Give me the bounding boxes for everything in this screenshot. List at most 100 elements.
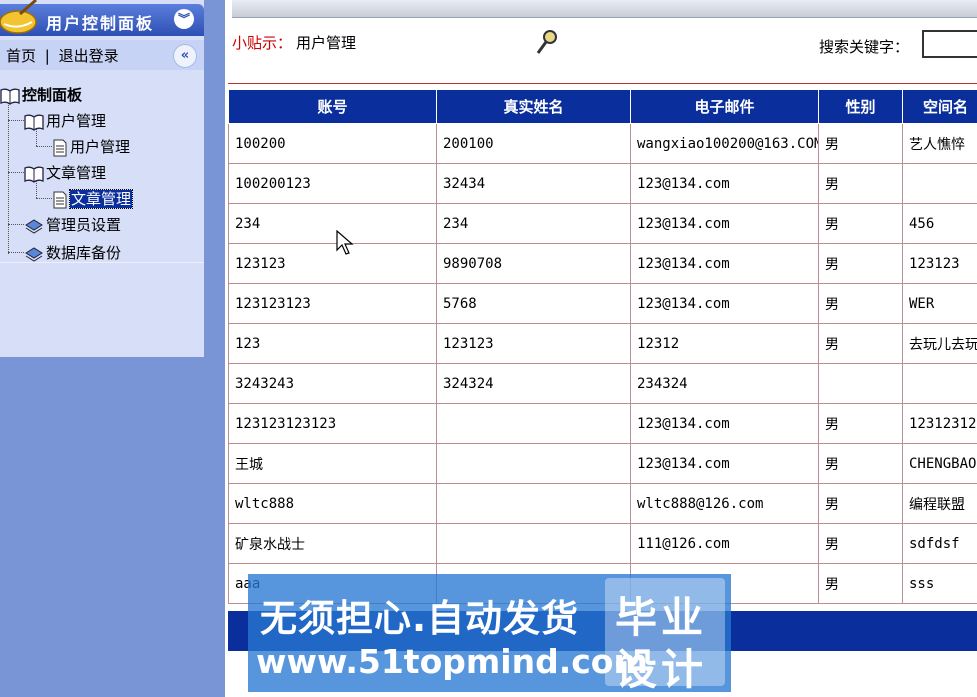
- cell-space: 去玩儿去玩: [902, 323, 977, 364]
- tree-user-mgmt-page[interactable]: 用户管理: [52, 136, 130, 157]
- cell-space: sdfdsf: [902, 523, 977, 564]
- table-row[interactable]: 100200 200100 wangxiao100200@163.COM 男艺人憔悴: [228, 123, 977, 164]
- cell-account: 3243243: [228, 363, 437, 404]
- cell-gender: 男: [818, 243, 903, 284]
- table-row[interactable]: wltc888 wltc888@126.com 男编程联盟: [228, 483, 977, 524]
- search-label: 搜索关键字：: [819, 38, 910, 56]
- watermark-badge: 毕业 设计: [605, 578, 725, 694]
- column-header-realname[interactable]: 真实姓名: [436, 89, 631, 124]
- watermark-line1: 无须担心.自动发货: [260, 597, 580, 640]
- watermark-badge-line2: 设计: [615, 645, 708, 694]
- cell-realname: 200100: [436, 123, 631, 164]
- tree-user-mgmt-label: 用户管理: [46, 112, 107, 130]
- cell-gender: 男: [818, 203, 903, 244]
- cell-space: 艺人憔悴: [902, 123, 977, 164]
- column-header-gender[interactable]: 性别: [818, 89, 903, 124]
- tree-db-backup[interactable]: 数据库备份: [24, 242, 121, 263]
- cell-gender: 男: [818, 163, 903, 204]
- cell-account: 王城: [228, 443, 437, 484]
- panel-header: 用户控制面板 ︾: [0, 0, 204, 36]
- cell-space: sss: [902, 563, 977, 604]
- table-row[interactable]: 123123123 5768 123@134.com 男 WER: [228, 283, 977, 324]
- tree-article-mgmt-page-label: 文章管理: [68, 189, 134, 209]
- tree-user-mgmt-page-label: 用户管理: [70, 138, 131, 156]
- cell-gender: 男: [818, 123, 903, 164]
- cell-realname: 32434: [436, 163, 631, 204]
- tip-label: 小贴示：: [232, 34, 293, 52]
- table-row[interactable]: 123123123123 123@134.com男123123123: [228, 403, 977, 444]
- cell-space: CHENGBAO: [902, 443, 977, 484]
- chevron-down-icon[interactable]: ︾: [174, 9, 194, 29]
- cell-gender: [818, 363, 903, 404]
- cell-gender: 男: [818, 443, 903, 484]
- books-stack-icon: [25, 218, 43, 234]
- collapse-icon[interactable]: «: [173, 44, 197, 68]
- book-icon: [24, 166, 44, 183]
- search-input[interactable]: [922, 30, 977, 58]
- divider-line: [228, 83, 977, 84]
- tree-article-mgmt[interactable]: 文章管理: [24, 162, 106, 183]
- watermark-url: www.51topmind.com: [256, 642, 648, 681]
- mouse-cursor-icon: [336, 230, 354, 255]
- cell-realname: [436, 483, 631, 524]
- cell-realname: 324324: [436, 363, 631, 404]
- tip-bar: 小贴示： 用户管理 搜索关键字：: [232, 28, 977, 58]
- top-strip: [232, 0, 977, 18]
- cell-account: 123123123: [228, 283, 437, 324]
- link-separator: |: [44, 47, 50, 65]
- user-table: 账号 真实姓名 电子邮件 性别 空间名 100200 200100 wangxiao…: [228, 89, 977, 604]
- table-header-row: 账号 真实姓名 电子邮件 性别 空间名: [228, 89, 977, 124]
- cell-email: wltc888@126.com: [630, 483, 819, 524]
- book-icon: [0, 88, 20, 105]
- cell-email: 111@126.com: [630, 523, 819, 564]
- cell-account: 100200123: [228, 163, 437, 204]
- cell-gender: 男: [818, 563, 903, 604]
- tree-article-mgmt-label: 文章管理: [46, 164, 107, 182]
- cell-space: [902, 363, 977, 404]
- cell-space: WER: [902, 283, 977, 324]
- cell-gender: 男: [818, 323, 903, 364]
- tree-root[interactable]: 控制面板: [0, 84, 82, 105]
- broom-logo-icon: [0, 0, 37, 34]
- column-header-account[interactable]: 账号: [228, 89, 437, 124]
- cell-gender: 男: [818, 283, 903, 324]
- cell-realname: [436, 403, 631, 444]
- table-row[interactable]: 矿泉水战士 111@126.com 男 sdfdsf: [228, 523, 977, 564]
- tree-admin-settings-label: 管理员设置: [46, 216, 122, 234]
- cell-email: 12312: [630, 323, 819, 364]
- document-icon: [53, 139, 67, 156]
- books-stack-icon: [25, 246, 43, 262]
- cell-account: wltc888: [228, 483, 437, 524]
- cell-realname: [436, 523, 631, 564]
- cell-realname: 234: [436, 203, 631, 244]
- cell-gender: 男: [818, 523, 903, 564]
- quick-links-bar: 首页 | 退出登录 «: [0, 40, 204, 70]
- cell-email: 123@134.com: [630, 203, 819, 244]
- cell-gender: 男: [818, 483, 903, 524]
- book-icon: [24, 114, 44, 131]
- cell-email: 123@134.com: [630, 243, 819, 284]
- tree-article-mgmt-page[interactable]: 文章管理: [52, 188, 134, 209]
- column-header-space[interactable]: 空间名: [902, 89, 977, 124]
- table-row[interactable]: 3243243 324324 234324: [228, 363, 977, 404]
- tree-user-mgmt[interactable]: 用户管理: [24, 110, 106, 131]
- tree-divider: [0, 262, 204, 263]
- column-header-email[interactable]: 电子邮件: [630, 89, 819, 124]
- cell-space: 456: [902, 203, 977, 244]
- tree-admin-settings[interactable]: 管理员设置: [24, 214, 121, 235]
- cell-space: 编程联盟: [902, 483, 977, 524]
- cell-account: 123123: [228, 243, 437, 284]
- cell-email: 234324: [630, 363, 819, 404]
- document-icon: [53, 191, 67, 208]
- table-row[interactable]: 100200123 32434 123@134.com 男: [228, 163, 977, 204]
- tree-db-backup-label: 数据库备份: [46, 244, 122, 262]
- home-link[interactable]: 首页: [6, 47, 36, 65]
- table-row[interactable]: 王城 123@134.com 男 CHENGBAO: [228, 443, 977, 484]
- search-icon[interactable]: [534, 28, 560, 56]
- cell-email: 123@134.com: [630, 443, 819, 484]
- watermark-banner: 无须担心.自动发货 www.51topmind.com 毕业 设计: [248, 574, 731, 694]
- logout-link[interactable]: 退出登录: [59, 47, 119, 65]
- cell-account: 矿泉水战士: [228, 523, 437, 564]
- cell-account: 100200: [228, 123, 437, 164]
- table-row[interactable]: 123 123123 12312 男去玩儿去玩: [228, 323, 977, 364]
